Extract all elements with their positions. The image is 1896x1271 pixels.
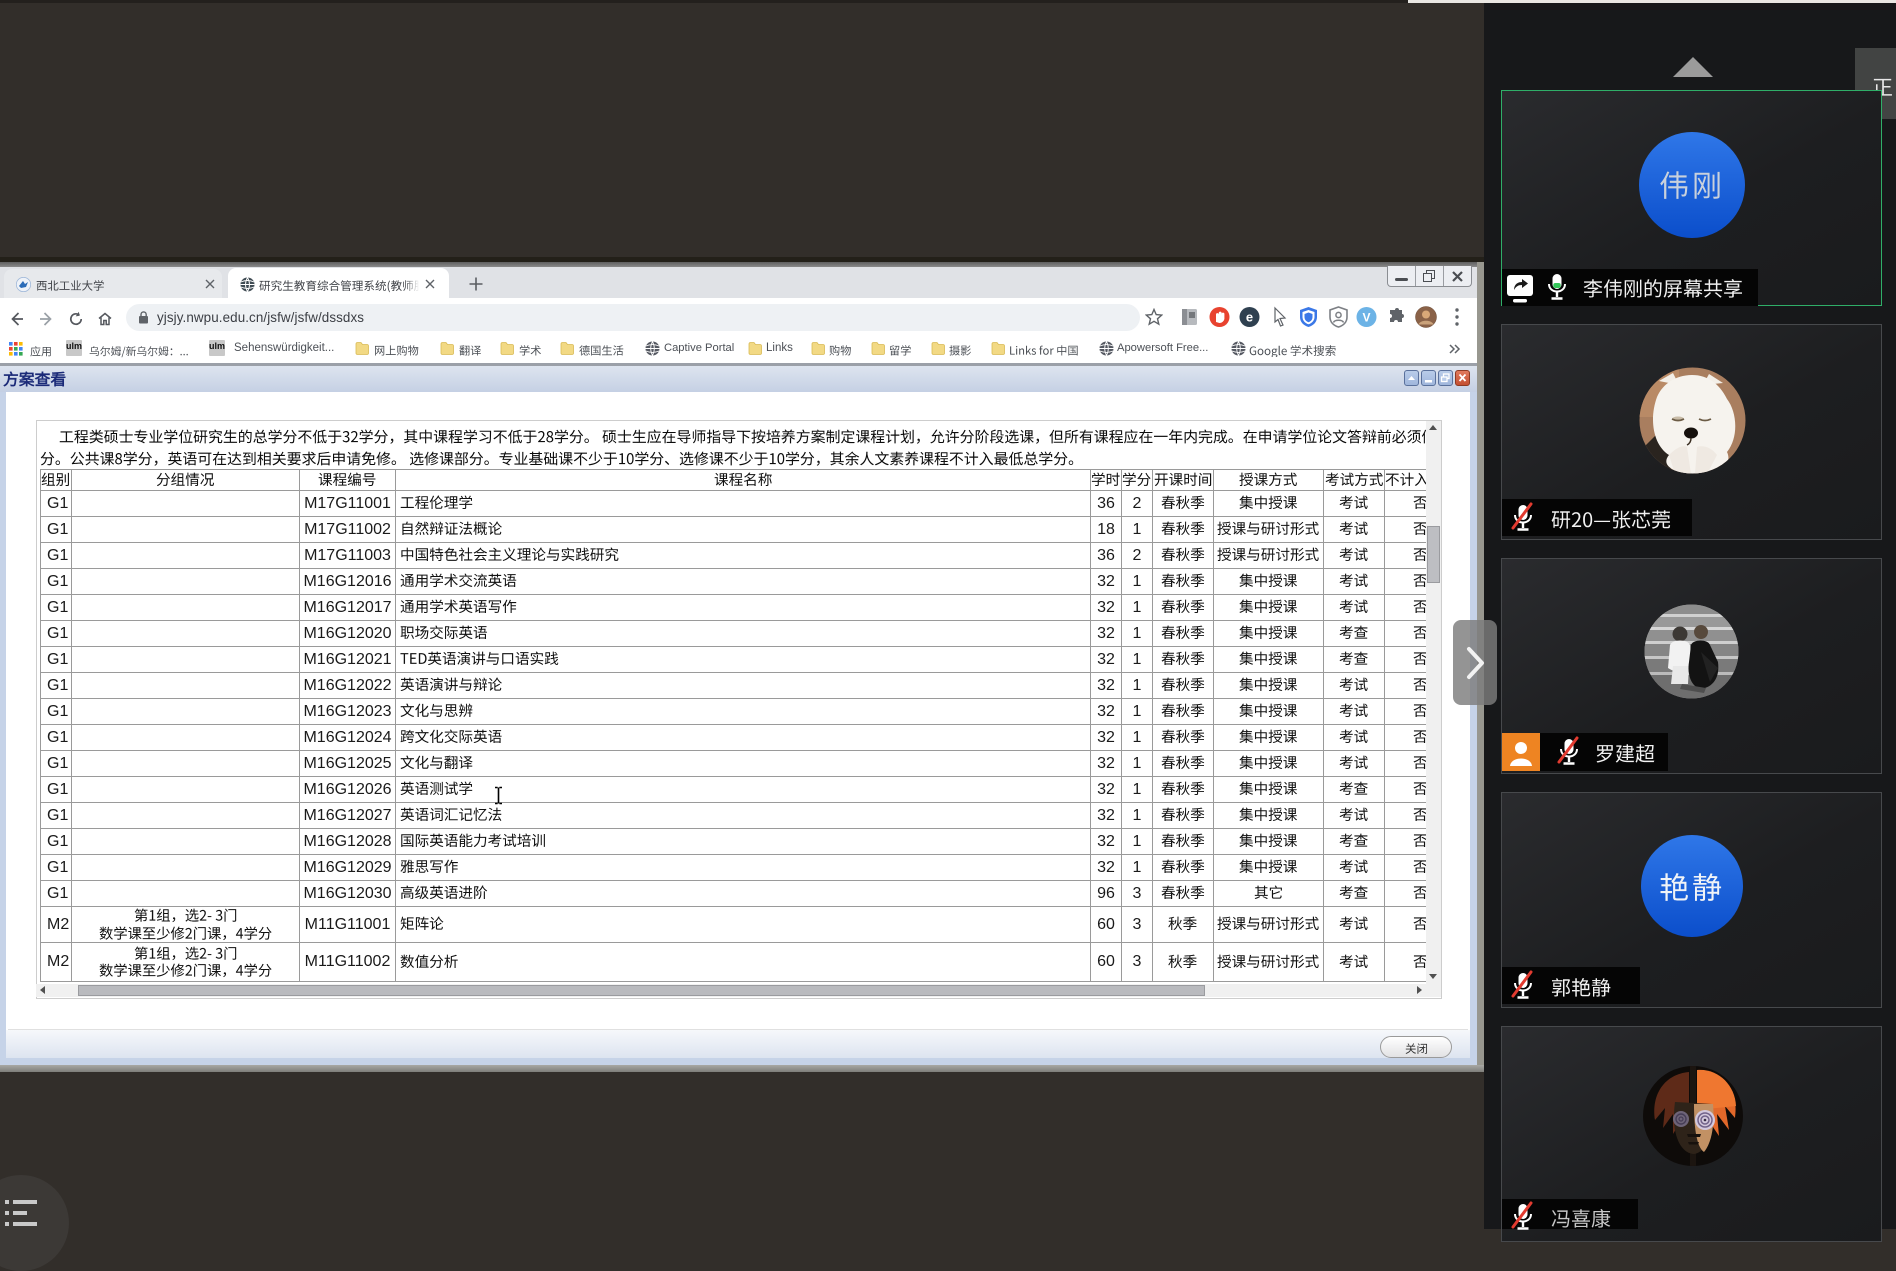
svg-text:V: V bbox=[1362, 311, 1370, 325]
svg-text:e: e bbox=[1246, 310, 1253, 325]
